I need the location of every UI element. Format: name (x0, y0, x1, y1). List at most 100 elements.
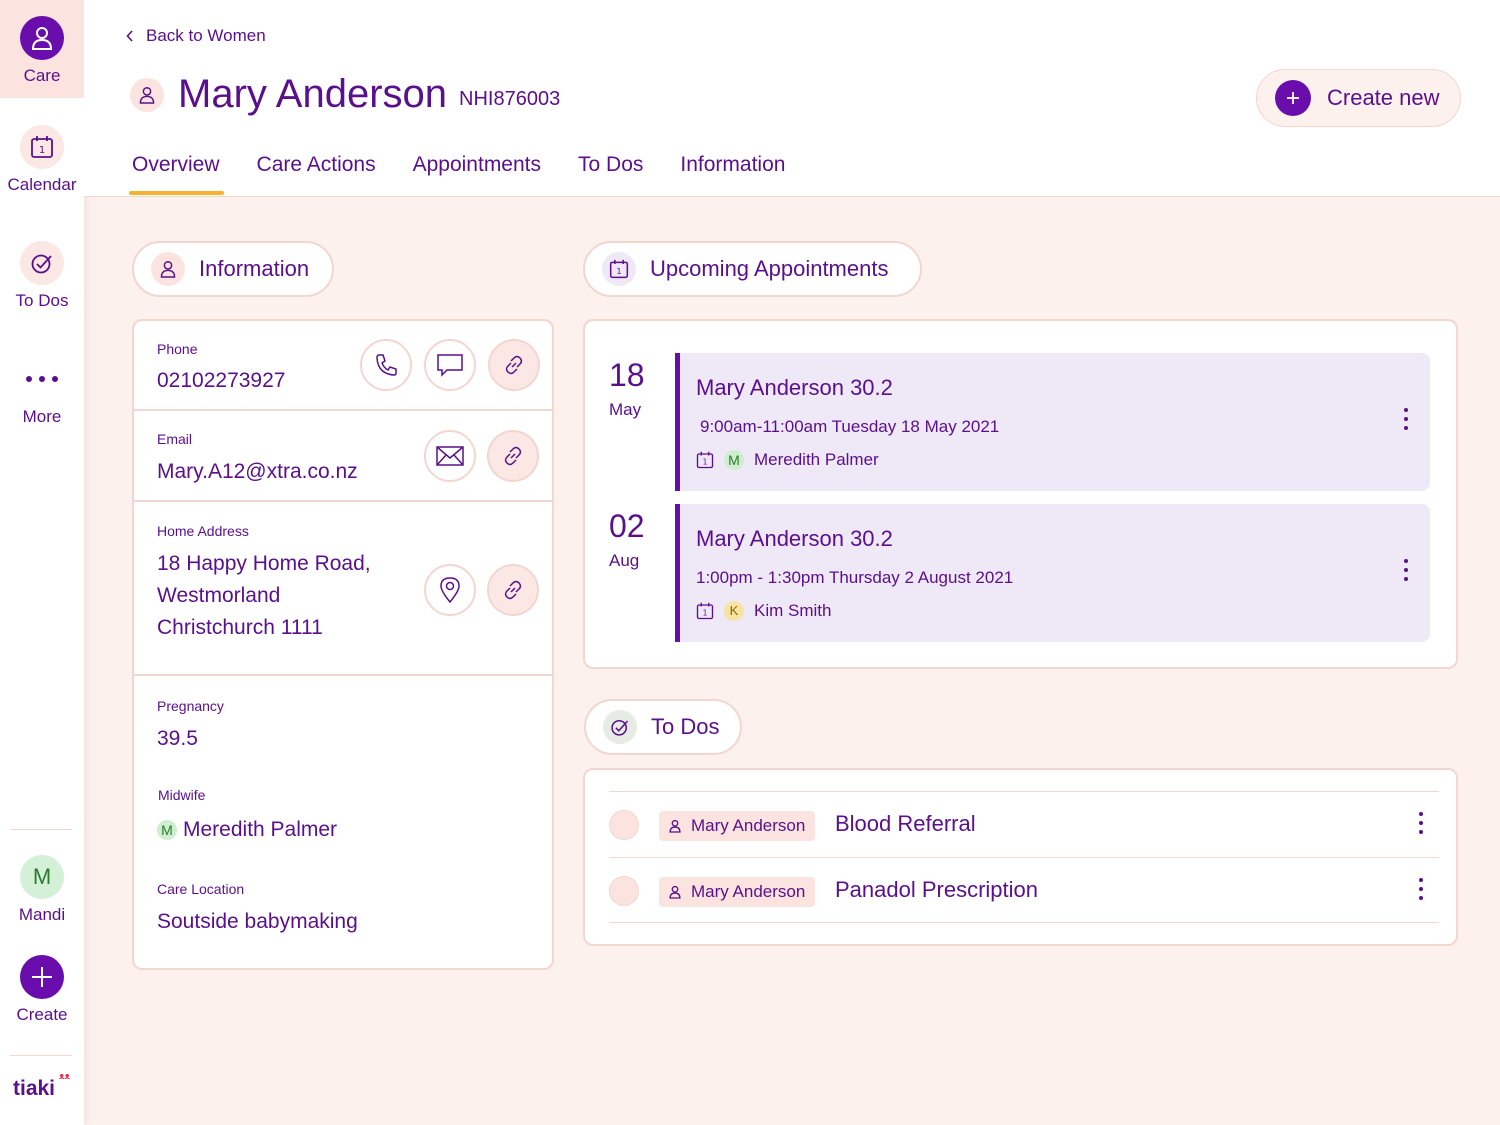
list-item[interactable]: Mary Anderson Panadol Prescription (609, 857, 1439, 923)
email-value: Mary.A12@xtra.co.nz (157, 460, 358, 483)
person-icon (669, 885, 681, 899)
email-link-button[interactable] (487, 430, 539, 482)
calendar-icon: 1 (696, 602, 714, 620)
email-section: Email Mary.A12@xtra.co.nz (134, 411, 552, 502)
tab-care-actions[interactable]: Care Actions (257, 153, 376, 195)
appointment-date: 18 May (609, 357, 669, 420)
sidebar: Care 1 Calendar To Dos More M Mandi Crea… (0, 0, 84, 1125)
address-line: Christchurch 1111 (157, 616, 323, 639)
sidebar-item-more[interactable]: More (0, 357, 84, 427)
phone-section: Phone 02102273927 (134, 321, 552, 411)
create-new-button[interactable]: Create new (1256, 69, 1461, 127)
tab-appointments[interactable]: Appointments (413, 153, 541, 195)
appointment-month: Aug (609, 551, 640, 570)
nhi-number: NHI876003 (459, 88, 561, 110)
calendar-icon: 1 (20, 125, 64, 169)
more-options-icon[interactable] (1417, 878, 1425, 900)
sidebar-item-user[interactable]: M Mandi (0, 855, 84, 925)
svg-text:1: 1 (703, 458, 708, 467)
back-link-label: Back to Women (146, 26, 266, 45)
logo-mark-icon: ᴥᴥ (59, 1071, 71, 1081)
midwife-name: Meredith Palmer (183, 818, 338, 841)
check-circle-icon (20, 241, 64, 285)
sidebar-item-label: Care (23, 66, 61, 85)
page-title: Mary Anderson (178, 72, 448, 116)
clinician-initial-badge: M (724, 450, 744, 470)
appointment-day: 18 (609, 357, 645, 393)
call-button[interactable] (360, 339, 412, 391)
person-icon (20, 16, 64, 60)
appointment-date: 02 Aug (609, 508, 669, 571)
back-link[interactable]: Back to Women (126, 26, 266, 46)
sidebar-item-label: Calendar (7, 175, 77, 194)
pregnancy-label: Pregnancy (157, 698, 224, 714)
sidebar-item-care[interactable]: Care (0, 0, 84, 98)
clinician-initial-badge: K (724, 601, 744, 621)
list-item[interactable]: Mary Anderson Blood Referral (609, 791, 1439, 857)
svg-text:1: 1 (39, 145, 45, 156)
appointment-time: 1:00pm - 1:30pm Thursday 2 August 2021 (696, 568, 1014, 587)
email-button[interactable] (424, 430, 476, 482)
plus-icon (20, 955, 64, 999)
link-icon (505, 355, 523, 375)
care-location-value: Soutside babymaking (157, 910, 358, 933)
section-title: To Dos (651, 714, 720, 739)
sidebar-item-calendar[interactable]: 1 Calendar (0, 125, 84, 195)
more-options-icon[interactable] (1417, 812, 1425, 834)
map-button[interactable] (424, 564, 476, 616)
address-line: 18 Happy Home Road, (157, 552, 371, 575)
calendar-icon: 1 (696, 451, 714, 469)
chevron-left-icon (126, 30, 133, 42)
page-header: Back to Women Mary Anderson NHI876003 Cr… (84, 0, 1500, 197)
address-link-button[interactable] (487, 564, 539, 616)
midwife-label: Midwife (158, 787, 206, 803)
calendar-icon: 1 (602, 252, 636, 286)
information-card: Phone 02102273927 Email Mary.A12@xtra.co… (132, 319, 554, 970)
appointment-clinician: 1 K Kim Smith (696, 601, 831, 621)
todo-person-chip: Mary Anderson (659, 877, 816, 907)
clinician-name: Kim Smith (754, 601, 832, 620)
information-section-header[interactable]: Information (132, 241, 334, 297)
more-options-icon[interactable] (1402, 559, 1410, 581)
tab-bar: Overview Care Actions Appointments To Do… (129, 153, 785, 195)
message-button[interactable] (424, 339, 476, 391)
tab-todos[interactable]: To Dos (578, 153, 643, 195)
page-title-row: Mary Anderson NHI876003 (130, 72, 560, 117)
todo-checkbox[interactable] (609, 810, 639, 840)
email-label: Email (157, 431, 193, 447)
appointment-month: May (609, 400, 642, 419)
person-icon (669, 819, 681, 833)
chat-bubble-icon (437, 354, 463, 377)
todo-task: Blood Referral (835, 811, 976, 836)
appointments-section-header[interactable]: 1 Upcoming Appointments (583, 241, 922, 297)
sidebar-item-label: To Dos (15, 291, 69, 310)
clinician-name: Meredith Palmer (754, 450, 879, 469)
todo-checkbox[interactable] (609, 876, 639, 906)
more-dots-icon (20, 357, 64, 401)
todo-person-name: Mary Anderson (691, 816, 806, 835)
sidebar-item-todos[interactable]: To Dos (0, 241, 84, 311)
address-line: Westmorland (157, 584, 281, 607)
more-options-icon[interactable] (1402, 408, 1410, 430)
phone-value: 02102273927 (157, 369, 286, 392)
address-section: Home Address 18 Happy Home Road, Westmor… (134, 502, 552, 676)
phone-link-button[interactable] (488, 339, 540, 391)
todo-person-name: Mary Anderson (691, 882, 806, 901)
svg-text:1: 1 (616, 266, 621, 276)
midwife-initial-badge: M (157, 820, 177, 841)
create-new-label: Create new (1327, 85, 1440, 110)
todos-section-header[interactable]: To Dos (584, 699, 742, 755)
svg-text:1: 1 (703, 609, 708, 618)
tab-information[interactable]: Information (680, 153, 785, 195)
appointment-item[interactable]: Mary Anderson 30.2 1:00pm - 1:30pm Thurs… (675, 504, 1430, 642)
sidebar-divider (10, 829, 72, 830)
tab-overview[interactable]: Overview (129, 153, 224, 195)
avatar: M (20, 855, 64, 899)
midwife-value: M Meredith Palmer (157, 814, 337, 846)
map-pin-icon (440, 577, 460, 604)
logo-text: tiaki (13, 1077, 56, 1100)
appointment-item[interactable]: Mary Anderson 30.2 9:00am-11:00am Tuesda… (675, 353, 1430, 491)
sidebar-item-create[interactable]: Create (0, 955, 84, 1025)
appointment-day: 02 (609, 508, 645, 544)
phone-label: Phone (157, 341, 198, 357)
